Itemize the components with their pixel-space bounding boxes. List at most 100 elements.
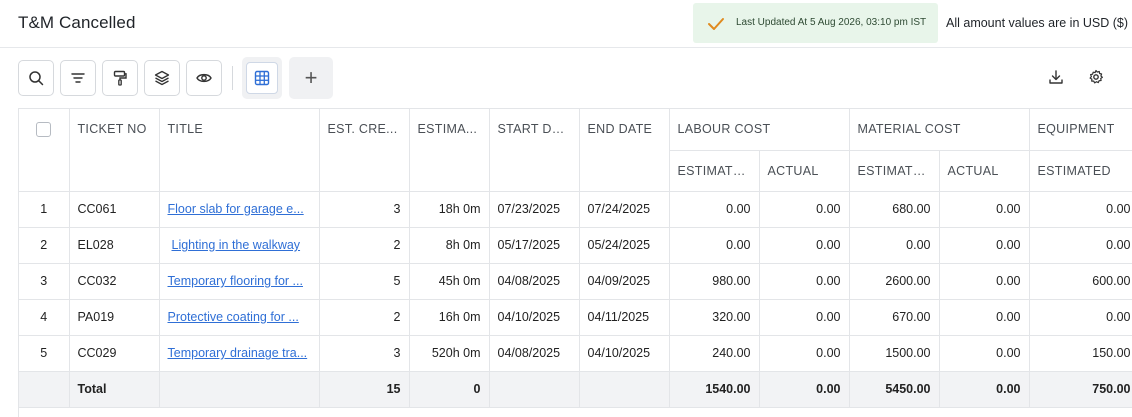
estimated-hours: 45h 0m bbox=[409, 263, 490, 300]
material-estimated: 2600.00 bbox=[849, 263, 940, 300]
last-updated-text: Last Updated At 5 Aug 2026, 03:10 pm IST bbox=[736, 17, 927, 28]
visibility-button[interactable] bbox=[186, 60, 222, 96]
format-button[interactable] bbox=[102, 60, 138, 96]
start-date: 04/08/2025 bbox=[489, 263, 580, 300]
labour-estimated: 320.00 bbox=[669, 299, 760, 336]
ticket-title-link[interactable]: Lighting in the walkway bbox=[172, 238, 301, 252]
search-icon bbox=[29, 71, 44, 86]
labour-actual: 0.00 bbox=[759, 335, 850, 372]
estimated-hours: 18h 0m bbox=[409, 191, 490, 228]
download-button[interactable] bbox=[1047, 68, 1065, 86]
end-date: 05/24/2025 bbox=[579, 227, 670, 264]
col-est-crew[interactable]: EST. CRE... bbox=[319, 109, 410, 192]
col-start-date[interactable]: START DA... bbox=[489, 109, 580, 192]
toolbar: + bbox=[0, 56, 1132, 100]
material-estimated: 680.00 bbox=[849, 191, 940, 228]
end-date: 04/09/2025 bbox=[579, 263, 670, 300]
col-labour-actual[interactable]: ACTUAL bbox=[759, 150, 850, 192]
col-title[interactable]: TITLE bbox=[159, 109, 320, 192]
labour-estimated: 0.00 bbox=[669, 191, 760, 228]
total-estimated-hours: 0 bbox=[409, 371, 490, 408]
total-blank bbox=[19, 371, 70, 408]
table-row[interactable]: 2 EL028 Lighting in the walkway 2 8h 0m … bbox=[19, 227, 1132, 264]
row-index: 1 bbox=[19, 191, 70, 228]
estimated-hours: 520h 0m bbox=[409, 335, 490, 372]
col-ticket-no[interactable]: TICKET NO bbox=[69, 109, 160, 192]
ticket-title-link[interactable]: Temporary drainage tra... bbox=[168, 346, 308, 360]
equipment-estimated: 0.00 bbox=[1029, 227, 1132, 264]
start-date: 05/17/2025 bbox=[489, 227, 580, 264]
ticket-no: EL028 bbox=[69, 227, 160, 264]
col-end-date[interactable]: END DATE bbox=[579, 109, 670, 192]
est-crew: 3 bbox=[319, 191, 410, 228]
settings-button[interactable] bbox=[1087, 68, 1105, 86]
add-view-button[interactable]: + bbox=[289, 57, 333, 99]
total-material-estimated: 5450.00 bbox=[849, 371, 940, 408]
est-crew: 5 bbox=[319, 263, 410, 300]
tm-table: TICKET NO TITLE EST. CRE... ESTIMA... ST… bbox=[18, 108, 1132, 417]
estimated-hours: 8h 0m bbox=[409, 227, 490, 264]
ticket-title-cell: Lighting in the walkway bbox=[159, 227, 320, 264]
equipment-estimated: 0.00 bbox=[1029, 299, 1132, 336]
page-header: T&M Cancelled Last Updated At 5 Aug 2026… bbox=[0, 0, 1132, 48]
ticket-no: CC061 bbox=[69, 191, 160, 228]
ticket-title-cell: Temporary flooring for ... bbox=[159, 263, 320, 300]
labour-estimated: 980.00 bbox=[669, 263, 760, 300]
group-button[interactable] bbox=[144, 60, 180, 96]
gear-icon bbox=[1089, 69, 1103, 84]
row-index: 2 bbox=[19, 227, 70, 264]
ticket-title-cell: Floor slab for garage e... bbox=[159, 191, 320, 228]
paint-roller-icon bbox=[113, 70, 127, 86]
total-equipment-estimated: 750.00 bbox=[1029, 371, 1132, 408]
material-actual: 0.00 bbox=[939, 335, 1030, 372]
material-estimated: 0.00 bbox=[849, 227, 940, 264]
ticket-title-link[interactable]: Temporary flooring for ... bbox=[168, 274, 303, 288]
ticket-no: CC029 bbox=[69, 335, 160, 372]
select-all-checkbox[interactable] bbox=[36, 122, 51, 137]
start-date: 04/10/2025 bbox=[489, 299, 580, 336]
total-material-actual: 0.00 bbox=[939, 371, 1030, 408]
material-estimated: 670.00 bbox=[849, 299, 940, 336]
filter-button[interactable] bbox=[60, 60, 96, 96]
table-row[interactable]: 1 CC061 Floor slab for garage e... 3 18h… bbox=[19, 191, 1132, 228]
last-updated-badge: Last Updated At 5 Aug 2026, 03:10 pm IST bbox=[693, 3, 938, 43]
page-title: T&M Cancelled bbox=[18, 13, 136, 32]
row-index: 4 bbox=[19, 299, 70, 336]
row-index: 3 bbox=[19, 263, 70, 300]
start-date: 04/08/2025 bbox=[489, 335, 580, 372]
equipment-estimated: 600.00 bbox=[1029, 263, 1132, 300]
currency-note: All amount values are in USD ($) bbox=[946, 16, 1129, 30]
material-actual: 0.00 bbox=[939, 191, 1030, 228]
labour-actual: 0.00 bbox=[759, 299, 850, 336]
col-material-actual[interactable]: ACTUAL bbox=[939, 150, 1030, 192]
download-icon bbox=[1049, 70, 1063, 84]
estimated-hours: 16h 0m bbox=[409, 299, 490, 336]
col-group-labour-cost: LABOUR COST bbox=[669, 109, 850, 151]
table-row[interactable]: 4 PA019 Protective coating for ... 2 16h… bbox=[19, 299, 1132, 336]
table-row[interactable]: 5 CC029 Temporary drainage tra... 3 520h… bbox=[19, 335, 1132, 372]
labour-actual: 0.00 bbox=[759, 191, 850, 228]
labour-estimated: 240.00 bbox=[669, 335, 760, 372]
total-row: Total 15 0 1540.00 0.00 5450.00 0.00 750… bbox=[19, 371, 1132, 408]
equipment-estimated: 150.00 bbox=[1029, 335, 1132, 372]
toolbar-divider bbox=[232, 66, 233, 90]
labour-actual: 0.00 bbox=[759, 227, 850, 264]
col-equipment-estimated[interactable]: ESTIMATED bbox=[1029, 150, 1132, 192]
start-date: 07/23/2025 bbox=[489, 191, 580, 228]
ticket-title-cell: Temporary drainage tra... bbox=[159, 335, 320, 372]
est-crew: 3 bbox=[319, 335, 410, 372]
col-estimated-hours[interactable]: ESTIMA... bbox=[409, 109, 490, 192]
total-labour-estimated: 1540.00 bbox=[669, 371, 760, 408]
table-row[interactable]: 3 CC032 Temporary flooring for ... 5 45h… bbox=[19, 263, 1132, 300]
ticket-title-link[interactable]: Protective coating for ... bbox=[168, 310, 299, 324]
total-blank bbox=[489, 371, 580, 408]
eye-icon bbox=[196, 73, 212, 83]
grid-view-button[interactable] bbox=[242, 57, 282, 99]
ticket-title-link[interactable]: Floor slab for garage e... bbox=[168, 202, 304, 216]
material-actual: 0.00 bbox=[939, 227, 1030, 264]
col-labour-estimated[interactable]: ESTIMATED bbox=[669, 150, 760, 192]
col-material-estimated[interactable]: ESTIMATED bbox=[849, 150, 940, 192]
labour-estimated: 0.00 bbox=[669, 227, 760, 264]
select-all-header[interactable] bbox=[19, 109, 70, 192]
search-button[interactable] bbox=[18, 60, 54, 96]
